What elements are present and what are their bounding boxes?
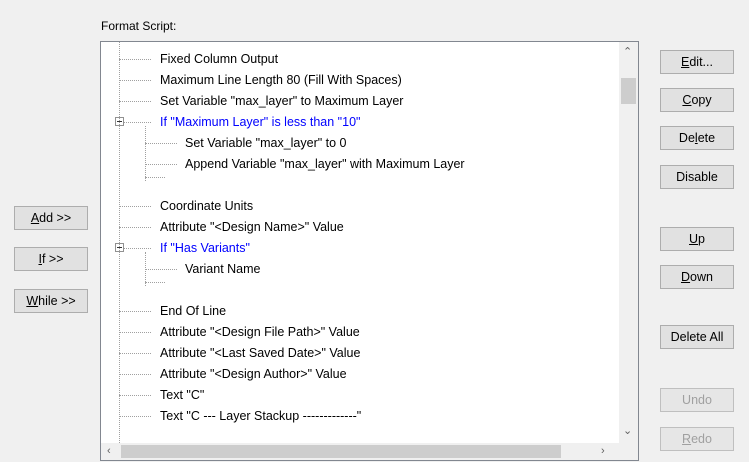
- tree-connector: [119, 374, 151, 375]
- tree-connector: [145, 177, 165, 178]
- scrollbar-corner: [619, 443, 638, 460]
- tree-node-label: Attribute "<Design File Path>" Value: [160, 325, 360, 339]
- tree-node[interactable]: Set Variable "max_layer" to Maximum Laye…: [101, 91, 619, 112]
- tree-node[interactable]: Variant Name: [101, 259, 619, 280]
- undo-label: Undo: [682, 393, 712, 407]
- add-mnemonic: A: [30, 211, 40, 225]
- tree-node-label: Variant Name: [185, 262, 261, 276]
- while-mnemonic: W: [26, 294, 39, 308]
- tree-node[interactable]: If "Maximum Layer" is less than "10": [101, 112, 619, 133]
- redo-button[interactable]: Redo: [660, 427, 734, 451]
- down-mnemonic: D: [681, 270, 691, 284]
- tree-node[interactable]: Attribute "<Design Name>" Value: [101, 217, 619, 238]
- tree-node[interactable]: Fixed Column Output: [101, 49, 619, 70]
- tree-vertical-connector: [145, 252, 146, 286]
- tree-connector: [119, 101, 151, 102]
- tree-node-label: Set Variable "max_layer" to Maximum Laye…: [160, 94, 404, 108]
- format-script-tree[interactable]: Fixed Column Output Maximum Line Length 8…: [100, 41, 639, 461]
- tree-node-label: Text "C --- Layer Stackup -------------": [160, 409, 362, 423]
- delete-label-pre: De: [678, 131, 695, 145]
- up-label: p: [698, 232, 705, 246]
- delete-all-button[interactable]: Delete All: [660, 325, 734, 349]
- copy-button[interactable]: Copy: [660, 88, 734, 112]
- tree-node[interactable]: Coordinate Units: [101, 196, 619, 217]
- tree-node-label: Attribute "<Design Name>" Value: [160, 220, 344, 234]
- tree-connector: [145, 143, 177, 144]
- up-mnemonic: U: [689, 232, 699, 246]
- edit-button[interactable]: Edit...: [660, 50, 734, 74]
- vertical-scroll-thumb[interactable]: [621, 78, 636, 104]
- tree-node[interactable]: Attribute "<Last Saved Date>" Value: [101, 343, 619, 364]
- vertical-scrollbar[interactable]: ⌃ ⌄: [619, 42, 638, 443]
- tree-connector: [145, 282, 165, 283]
- tree-node[interactable]: Maximum Line Length 80 (Fill With Spaces…: [101, 70, 619, 91]
- tree-connector: [119, 227, 151, 228]
- tree-node-label: Maximum Line Length 80 (Fill With Spaces…: [160, 73, 402, 87]
- tree-connector: [119, 206, 151, 207]
- tree-node[interactable]: Append Variable "max_layer" with Maximum…: [101, 154, 619, 175]
- while-button[interactable]: While >>: [14, 289, 88, 313]
- copy-label: opy: [691, 93, 712, 107]
- delete-button[interactable]: Delete: [660, 126, 734, 150]
- tree-vertical-connector: [119, 42, 120, 443]
- redo-mnemonic: R: [682, 432, 692, 446]
- tree-node-label: Attribute "<Last Saved Date>" Value: [160, 346, 361, 360]
- horizontal-scroll-thumb[interactable]: [121, 445, 561, 458]
- tree-node-label: If "Maximum Layer" is less than "10": [160, 115, 361, 129]
- disable-label: Disable: [676, 170, 718, 184]
- tree-node-label: End Of Line: [160, 304, 227, 318]
- tree-node-label: Attribute "<Design Author>" Value: [160, 367, 347, 381]
- horizontal-scrollbar[interactable]: ‹ ›: [101, 443, 619, 460]
- tree-connector: [119, 332, 151, 333]
- down-label: own: [690, 270, 713, 284]
- tree-node-label: If "Has Variants": [160, 241, 250, 255]
- tree-node[interactable]: Text "C": [101, 385, 619, 406]
- down-button[interactable]: Down: [660, 265, 734, 289]
- chevron-left-icon[interactable]: ‹: [107, 445, 111, 457]
- add-label: dd >>: [39, 211, 72, 225]
- while-label: hile >>: [38, 294, 76, 308]
- chevron-right-icon[interactable]: ›: [601, 445, 605, 457]
- delete-all-label: Delete All: [670, 330, 724, 344]
- tree-node[interactable]: Attribute "<Design File Path>" Value: [101, 322, 619, 343]
- tree-node-label: Coordinate Units: [160, 199, 254, 213]
- chevron-up-icon[interactable]: ⌃: [623, 46, 632, 58]
- tree-connector: [119, 311, 151, 312]
- undo-button[interactable]: Undo: [660, 388, 734, 412]
- tree-content: Fixed Column Output Maximum Line Length 8…: [101, 42, 619, 443]
- format-script-label: Format Script:: [101, 19, 177, 33]
- tree-connector: [145, 269, 177, 270]
- add-button[interactable]: Add >>: [14, 206, 88, 230]
- tree-node[interactable]: If "Has Variants": [101, 238, 619, 259]
- tree-branch-end[interactable]: [101, 280, 619, 301]
- tree-connector: [119, 353, 151, 354]
- tree-node[interactable]: Text "C --- Layer Stackup -------------": [101, 406, 619, 427]
- delete-label-rest: ete: [697, 131, 716, 145]
- tree-connector: [119, 395, 151, 396]
- tree-connector: [119, 416, 151, 417]
- redo-label: edo: [691, 432, 712, 446]
- tree-node[interactable]: End Of Line: [101, 301, 619, 322]
- tree-branch-end[interactable]: [101, 175, 619, 196]
- tree-connector: [119, 59, 151, 60]
- tree-node-label: Append Variable "max_layer" with Maximum…: [185, 157, 465, 171]
- tree-node[interactable]: Set Variable "max_layer" to 0: [101, 133, 619, 154]
- chevron-down-icon[interactable]: ⌄: [623, 425, 632, 437]
- tree-connector: [145, 164, 177, 165]
- tree-node-label: Set Variable "max_layer" to 0: [185, 136, 347, 150]
- if-label: f >>: [41, 252, 64, 266]
- tree-connector: [119, 80, 151, 81]
- tree-vertical-connector: [145, 126, 146, 181]
- if-button[interactable]: If >>: [14, 247, 88, 271]
- tree-node-label: Text "C": [160, 388, 205, 402]
- disable-button[interactable]: Disable: [660, 165, 734, 189]
- tree-node-label: Fixed Column Output: [160, 52, 279, 66]
- edit-label: dit...: [689, 55, 713, 69]
- up-button[interactable]: Up: [660, 227, 734, 251]
- tree-node[interactable]: Attribute "<Design Author>" Value: [101, 364, 619, 385]
